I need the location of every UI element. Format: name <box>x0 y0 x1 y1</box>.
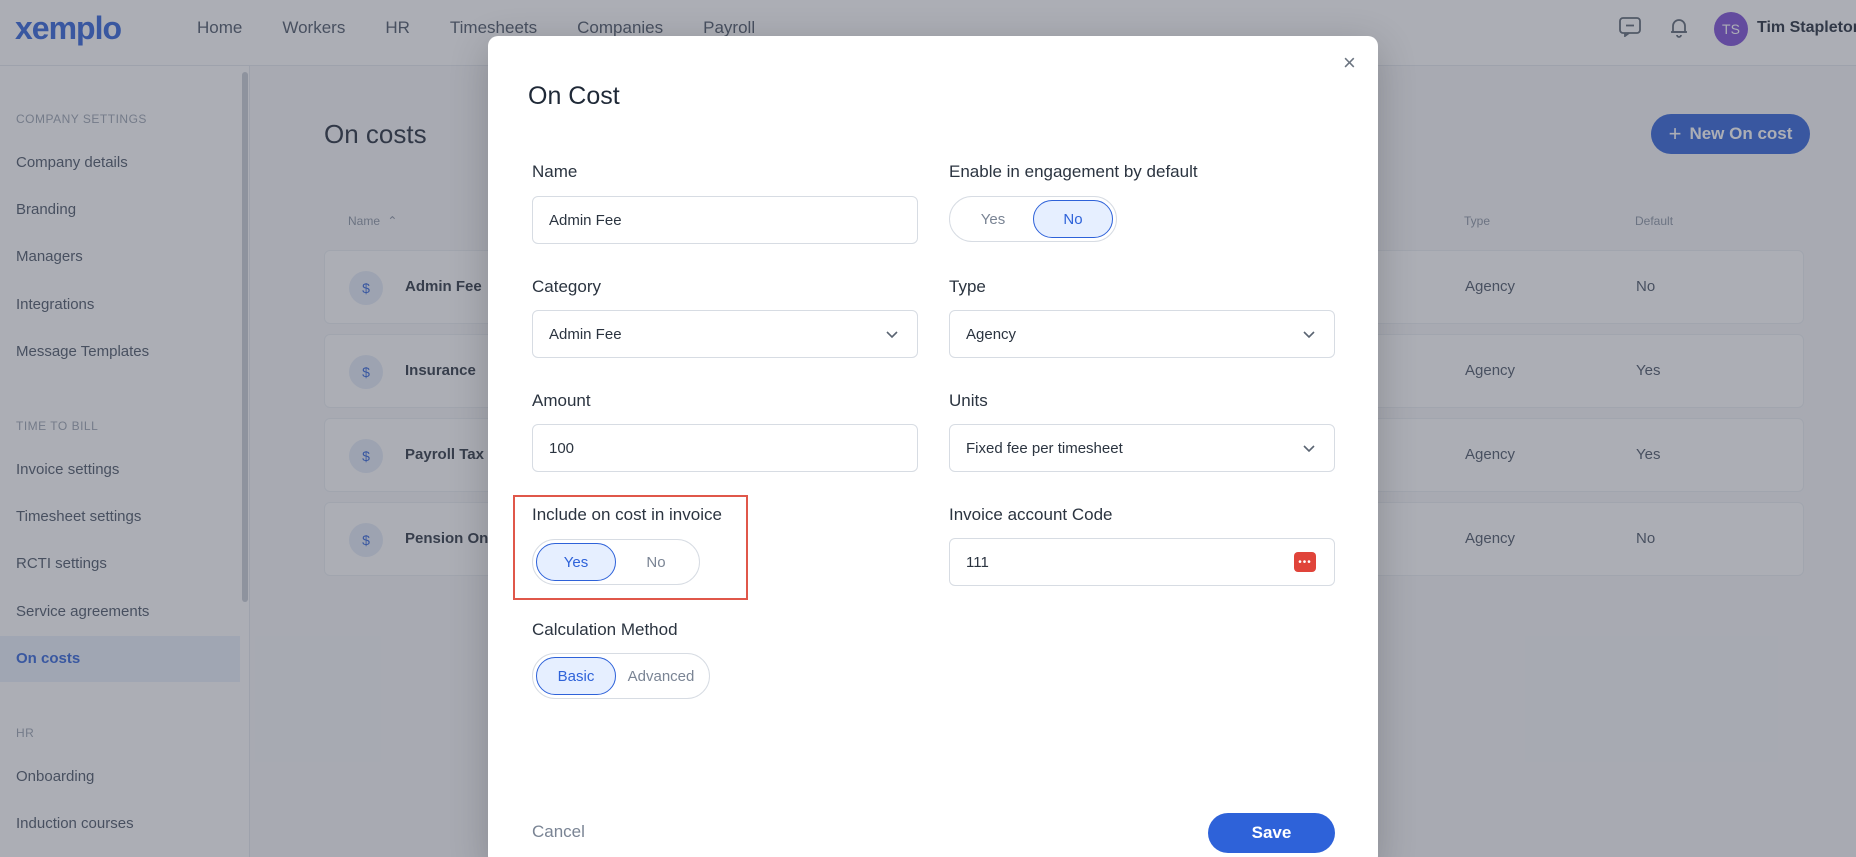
include-invoice-toggle: Yes No <box>532 539 700 585</box>
save-button[interactable]: Save <box>1208 813 1335 853</box>
category-value: Admin Fee <box>549 325 622 343</box>
units-label: Units <box>949 391 988 410</box>
chevron-down-icon <box>1303 445 1315 453</box>
category-select[interactable]: Admin Fee <box>532 310 918 358</box>
include-invoice-yes[interactable]: Yes <box>536 543 616 581</box>
chevron-down-icon <box>886 331 898 339</box>
units-value: Fixed fee per timesheet <box>966 439 1123 457</box>
category-label: Category <box>532 277 601 296</box>
enable-default-label: Enable in engagement by default <box>949 162 1198 181</box>
type-select[interactable]: Agency <box>949 310 1335 358</box>
type-label: Type <box>949 277 986 296</box>
invoice-code-value: 111 <box>966 553 989 571</box>
chevron-down-icon <box>1303 331 1315 339</box>
enable-default-yes[interactable]: Yes <box>953 200 1033 238</box>
amount-value: 100 <box>549 439 575 457</box>
on-cost-modal: × On Cost Name Admin Fee Enable in engag… <box>488 36 1378 857</box>
enable-default-toggle: Yes No <box>949 196 1117 242</box>
invoice-code-label: Invoice account Code <box>949 505 1113 524</box>
enable-default-no[interactable]: No <box>1033 200 1113 238</box>
password-manager-icon[interactable]: ••• <box>1294 552 1316 572</box>
close-icon[interactable]: × <box>1343 50 1356 76</box>
calc-method-basic[interactable]: Basic <box>536 657 616 695</box>
amount-label: Amount <box>532 391 591 410</box>
type-value: Agency <box>966 325 1017 343</box>
modal-title: On Cost <box>528 82 620 110</box>
units-select[interactable]: Fixed fee per timesheet <box>949 424 1335 472</box>
calc-method-label: Calculation Method <box>532 620 678 639</box>
name-label: Name <box>532 162 578 181</box>
include-invoice-label: Include on cost in invoice <box>532 505 722 524</box>
calc-method-advanced[interactable]: Advanced <box>616 657 706 695</box>
calc-method-toggle: Basic Advanced <box>532 653 710 699</box>
cancel-button[interactable]: Cancel <box>532 822 585 842</box>
amount-input[interactable]: 100 <box>532 424 918 472</box>
name-value: Admin Fee <box>549 211 622 229</box>
name-input[interactable]: Admin Fee <box>532 196 918 244</box>
include-invoice-no[interactable]: No <box>616 543 696 581</box>
invoice-code-input[interactable]: 111 ••• <box>949 538 1335 586</box>
